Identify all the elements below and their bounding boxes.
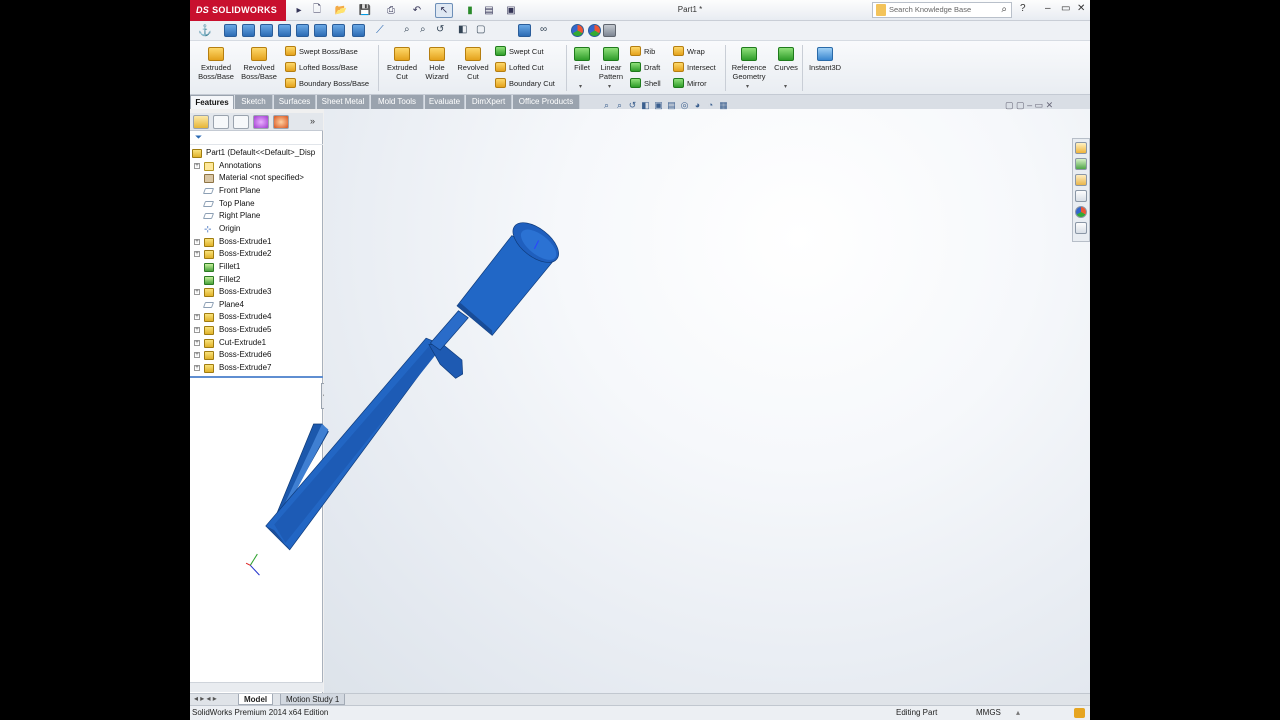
viewport-tile-icon[interactable]: ▢ (1005, 100, 1014, 110)
model-body-face (274, 343, 442, 543)
reference-triad (245, 553, 260, 576)
file-explorer-icon[interactable] (1075, 174, 1087, 186)
triad-z-axis-icon (249, 564, 260, 576)
close-button[interactable]: ✕ (1077, 3, 1085, 14)
task-pane-tabs (1072, 138, 1090, 242)
viewport-window-controls: ▢ ▢ – ▭ ✕ (1005, 100, 1053, 111)
viewport-close-icon[interactable]: ✕ (1046, 100, 1054, 110)
minimize-button[interactable]: – (1045, 3, 1051, 14)
viewport-restore-icon[interactable]: ▭ (1035, 100, 1044, 110)
units-dropdown-icon[interactable]: ▴ (1016, 706, 1020, 720)
triad-y-axis-icon (249, 553, 258, 566)
custom-properties-icon[interactable] (1075, 222, 1087, 234)
model-neck (429, 310, 469, 351)
viewport-split-icon[interactable]: ▢ (1016, 100, 1025, 110)
search-icon[interactable]: ⌕ (1001, 3, 1007, 17)
triad-x-axis-icon (245, 562, 251, 566)
design-library-icon[interactable] (1075, 158, 1087, 170)
search-placeholder: Search Knowledge Base (889, 5, 972, 14)
status-mode: Editing Part (896, 708, 938, 717)
maximize-button[interactable]: ▭ (1061, 3, 1070, 14)
part-model-view (245, 215, 566, 576)
appearances-scenes-icon[interactable] (1075, 206, 1087, 218)
status-units[interactable]: MMGS (976, 706, 1001, 720)
model-side-tab (428, 344, 464, 379)
viewport-minimize-icon[interactable]: – (1027, 100, 1032, 110)
view-palette-icon[interactable] (1075, 190, 1087, 202)
help-status-icon[interactable] (1074, 708, 1085, 718)
help-icon[interactable]: ? (1020, 3, 1026, 14)
solidworks-resources-icon[interactable] (1075, 142, 1087, 154)
pen-part-model[interactable] (265, 215, 566, 551)
